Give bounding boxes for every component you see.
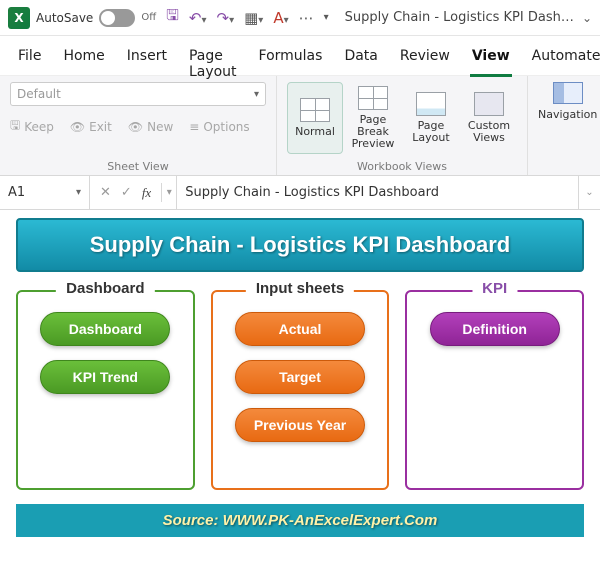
sheetview-dropdown[interactable]: Default ▾: [10, 82, 266, 106]
sheetview-dropdown-value: Default: [17, 87, 61, 101]
document-title[interactable]: Supply Chain - Logistics KPI Dashb…: [345, 10, 576, 25]
tab-view[interactable]: View: [470, 44, 512, 77]
excel-app-icon: [8, 7, 30, 29]
pill-definition[interactable]: Definition: [430, 312, 560, 346]
toggle-switch-icon[interactable]: [99, 9, 135, 27]
borders-icon[interactable]: ▦▾: [244, 9, 263, 27]
group-input-sheets: Input sheets Actual Target Previous Year: [211, 290, 390, 490]
dashboard-groups: Dashboard Dashboard KPI Trend Input shee…: [16, 290, 584, 490]
menu-tabs: File Home Insert Page Layout Formulas Da…: [0, 36, 600, 76]
pagebreak-view-icon: [358, 86, 388, 110]
new-button[interactable]: 👁New: [128, 116, 173, 137]
group-kpi: KPI Definition: [405, 290, 584, 490]
tab-automate[interactable]: Automate: [530, 44, 600, 74]
ribbon: Default ▾ 🖫Keep 👁Exit 👁New ≡Options Shee…: [0, 76, 600, 176]
qat-customize-icon[interactable]: ▾: [324, 12, 329, 23]
new-icon: 👁: [128, 120, 143, 134]
autosave-toggle[interactable]: AutoSave Off: [36, 9, 156, 27]
expand-formula-bar-icon[interactable]: ⌄: [578, 176, 600, 209]
keep-button[interactable]: 🖫Keep: [10, 116, 54, 137]
pill-previous-year[interactable]: Previous Year: [235, 408, 365, 442]
navigation-button[interactable]: Navigation: [538, 82, 597, 121]
qat-overflow-icon[interactable]: ⋯: [299, 9, 314, 27]
worksheet-area: Supply Chain - Logistics KPI Dashboard D…: [0, 210, 600, 537]
options-button[interactable]: ≡Options: [189, 116, 249, 137]
formula-value: Supply Chain - Logistics KPI Dashboard: [185, 185, 439, 200]
tab-home[interactable]: Home: [61, 44, 106, 74]
custom-views-icon: [474, 92, 504, 116]
ribbon-group-label: Workbook Views: [357, 158, 447, 173]
pagebreak-view-button[interactable]: Page Break Preview: [345, 82, 401, 154]
font-color-icon[interactable]: A▾: [273, 9, 288, 27]
navigation-pane-icon: [553, 82, 583, 104]
autosave-label: AutoSave: [36, 11, 93, 25]
options-icon: ≡: [189, 120, 199, 134]
fx-icon[interactable]: fx: [142, 185, 151, 201]
enter-formula-icon[interactable]: ✓: [121, 185, 132, 200]
pill-kpi-trend[interactable]: KPI Trend: [40, 360, 170, 394]
pill-actual[interactable]: Actual: [235, 312, 365, 346]
pill-target[interactable]: Target: [235, 360, 365, 394]
formula-input[interactable]: Supply Chain - Logistics KPI Dashboard: [176, 176, 578, 209]
pill-dashboard[interactable]: Dashboard: [40, 312, 170, 346]
ribbon-group-sheetview: Default ▾ 🖫Keep 👁Exit 👁New ≡Options Shee…: [0, 76, 277, 175]
cell-reference: A1: [8, 185, 25, 200]
save-icon[interactable]: 🖫: [166, 5, 179, 30]
group-title: Dashboard: [56, 280, 154, 297]
dashboard-banner: Supply Chain - Logistics KPI Dashboard: [16, 218, 584, 272]
normal-view-icon: [300, 98, 330, 122]
tab-data[interactable]: Data: [342, 44, 379, 74]
exit-icon: 👁: [70, 120, 85, 134]
normal-view-button[interactable]: Normal: [287, 82, 343, 154]
ribbon-group-label: Sheet View: [107, 158, 168, 173]
tab-file[interactable]: File: [16, 44, 43, 74]
autosave-state: Off: [141, 12, 156, 23]
quick-access-toolbar: 🖫 ↶▾ ↷▾ ▦▾ A▾ ⋯ ▾: [166, 5, 329, 30]
group-title: Input sheets: [246, 280, 354, 297]
group-dashboard: Dashboard Dashboard KPI Trend: [16, 290, 195, 490]
pagelayout-view-button[interactable]: Page Layout: [403, 82, 459, 154]
undo-icon[interactable]: ↶▾: [189, 9, 207, 27]
name-box[interactable]: A1 ▾: [0, 176, 90, 209]
title-bar: AutoSave Off 🖫 ↶▾ ↷▾ ▦▾ A▾ ⋯ ▾ Supply Ch…: [0, 0, 600, 36]
formula-bar: A1 ▾ ✕ ✓ fx ▾ Supply Chain - Logistics K…: [0, 176, 600, 210]
tab-insert[interactable]: Insert: [125, 44, 169, 74]
chevron-down-icon: ▾: [254, 89, 259, 100]
group-title: KPI: [472, 280, 517, 297]
source-footer: Source: WWW.PK-AnExcelExpert.Com: [16, 504, 584, 537]
ribbon-group-views: Normal Page Break Preview Page Layout Cu…: [277, 76, 528, 175]
custom-views-button[interactable]: Custom Views: [461, 82, 517, 154]
ribbon-group-nav: Navigation ✓ ✓: [528, 76, 600, 175]
namebox-chevron-icon: ▾: [76, 187, 81, 198]
tab-formulas[interactable]: Formulas: [257, 44, 325, 74]
exit-button[interactable]: 👁Exit: [70, 116, 112, 137]
save-small-icon: 🖫: [10, 116, 20, 137]
tab-review[interactable]: Review: [398, 44, 452, 74]
redo-icon[interactable]: ↷▾: [216, 9, 234, 27]
pagelayout-view-icon: [416, 92, 446, 116]
cancel-formula-icon[interactable]: ✕: [100, 185, 111, 200]
formula-dropdown-icon[interactable]: ▾: [162, 187, 176, 198]
title-chevron-down-icon[interactable]: ⌄: [582, 11, 592, 25]
